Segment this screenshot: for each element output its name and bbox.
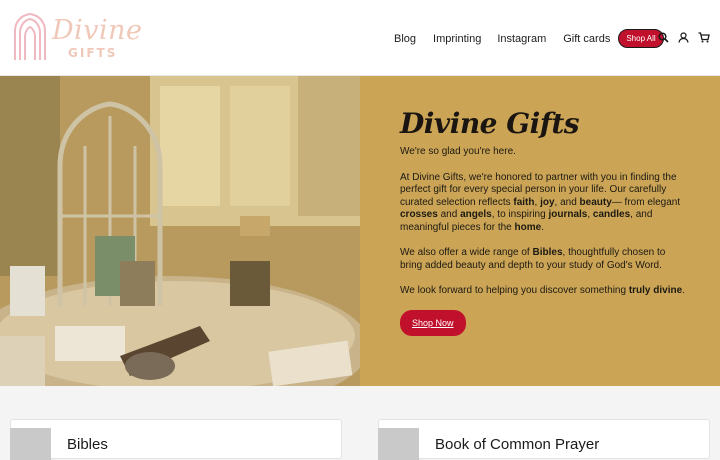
nav-gift-cards[interactable]: Gift cards [563, 33, 610, 45]
hero-intro: We're so glad you're here. [400, 146, 516, 157]
category-card-book-of-common-prayer[interactable]: Book of Common Prayer [378, 419, 710, 460]
logo[interactable]: Divine GIFTS [12, 13, 142, 63]
arch-logo-icon [14, 13, 46, 60]
shop-now-button[interactable]: Shop Now [400, 309, 466, 336]
hero-paragraph-2: We also offer a wide range of Bibles, th… [400, 247, 666, 271]
site-header: Divine GIFTS Blog Imprinting Instagram G… [0, 0, 720, 76]
hero-image [0, 76, 360, 386]
hero-paragraph-3: We look forward to helping you discover … [400, 285, 685, 296]
card-thumbnail [378, 428, 419, 460]
nav-imprinting[interactable]: Imprinting [433, 33, 481, 45]
shop-all-button[interactable]: Shop All [618, 29, 664, 48]
nav-instagram[interactable]: Instagram [497, 33, 546, 45]
account-icon[interactable] [678, 32, 689, 43]
card-title: Bibles [67, 436, 108, 453]
category-card-bibles[interactable]: Bibles [10, 419, 342, 460]
card-title: Book of Common Prayer [435, 436, 600, 453]
hero-paragraph-1: At Divine Gifts, we're honored to partne… [400, 171, 681, 233]
hero-content: Divine Gifts We're so glad you're here. … [400, 106, 685, 336]
cart-icon[interactable] [698, 32, 710, 43]
hero-title: Divine Gifts [400, 107, 580, 140]
main-nav: Blog Imprinting Instagram Gift cards Sho… [394, 29, 664, 48]
logo-subtitle: GIFTS [68, 46, 118, 60]
search-icon[interactable] [658, 32, 669, 43]
card-thumbnail [10, 428, 51, 460]
logo-wordmark: Divine [52, 15, 143, 46]
nav-blog[interactable]: Blog [394, 33, 416, 45]
hero-section: Divine Gifts We're so glad you're here. … [0, 76, 720, 386]
header-icons [658, 32, 710, 43]
